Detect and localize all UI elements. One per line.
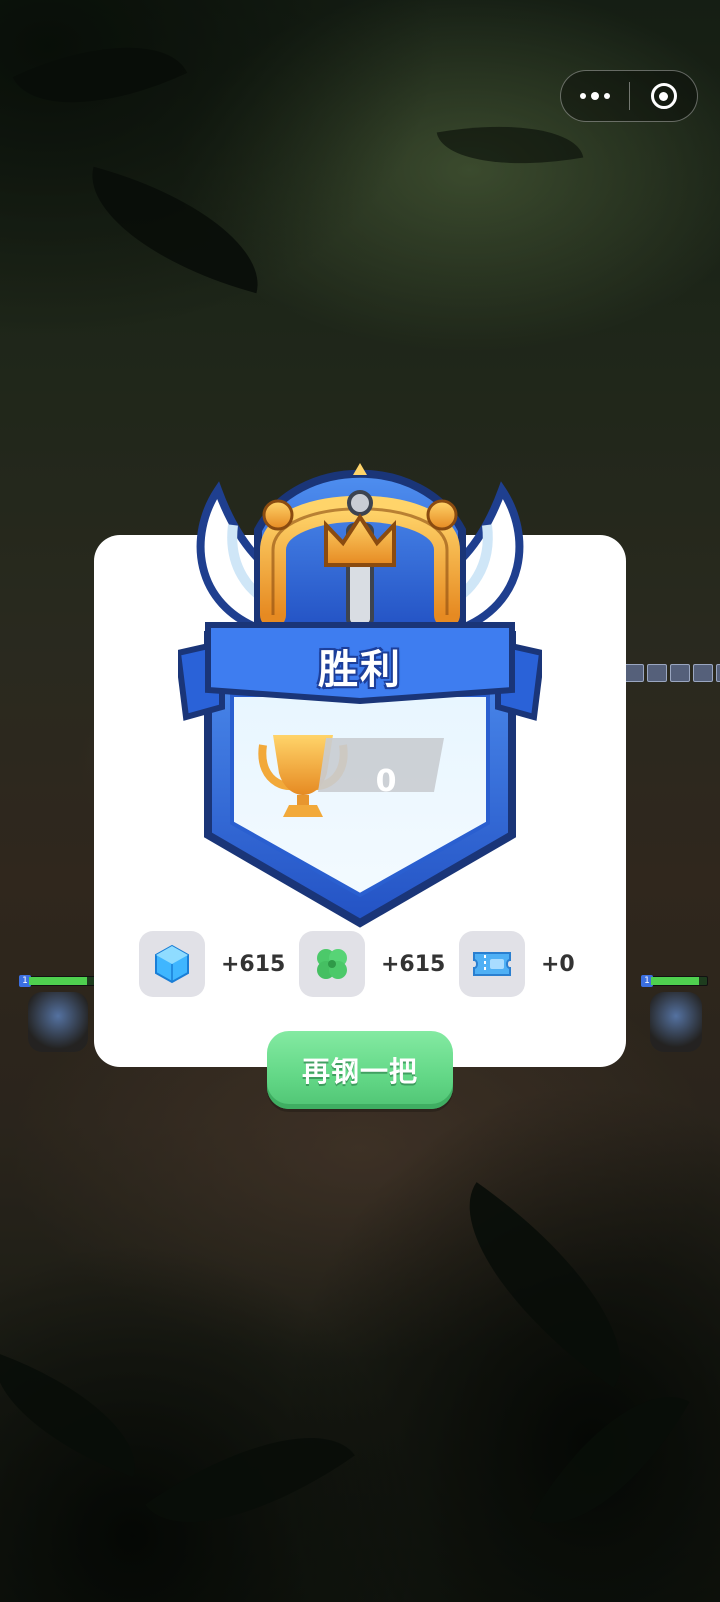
blue-gem-icon (155, 944, 189, 984)
victory-shield-emblem (178, 463, 542, 928)
reward-tile (139, 931, 205, 997)
ticket-icon (473, 952, 511, 976)
reward-tile (459, 931, 525, 997)
unit-thumb-icon (624, 664, 644, 682)
reward-gems: +615 (139, 931, 286, 997)
close-miniprogram-button[interactable] (630, 83, 697, 109)
dot-icon (604, 93, 610, 99)
unit-thumb-icon (693, 664, 713, 682)
unit-icon-strip (624, 664, 720, 682)
trophy-score: 0 (375, 763, 397, 799)
target-circle-icon (650, 83, 677, 109)
health-bar: 1 (19, 975, 98, 987)
unit-sprite (28, 992, 88, 1052)
unit-thumb-icon (670, 664, 690, 682)
reward-clover: +615 (299, 931, 446, 997)
level-badge: 1 (19, 975, 31, 987)
reward-tickets: +0 (459, 931, 599, 997)
enemy-unit: 1 (641, 975, 708, 1052)
unit-thumb-icon (716, 664, 720, 682)
play-again-button[interactable]: 再钢一把 (267, 1031, 453, 1109)
health-bar: 1 (641, 975, 708, 987)
level-badge: 1 (641, 975, 653, 987)
victory-title: 胜利 (318, 647, 402, 693)
reward-amount: +615 (381, 951, 446, 977)
ally-unit: 1 (19, 975, 98, 1052)
miniprogram-capsule (560, 70, 698, 122)
reward-tile (299, 931, 365, 997)
reward-amount: +615 (221, 951, 286, 977)
dot-icon (580, 93, 586, 99)
more-options-button[interactable] (561, 71, 629, 121)
dot-icon (591, 92, 599, 100)
four-leaf-clover-icon (317, 949, 347, 979)
unit-sprite (650, 992, 702, 1052)
unit-thumb-icon (647, 664, 667, 682)
reward-amount: +0 (541, 951, 575, 977)
reward-row: +615 +615 +0 (139, 931, 619, 997)
